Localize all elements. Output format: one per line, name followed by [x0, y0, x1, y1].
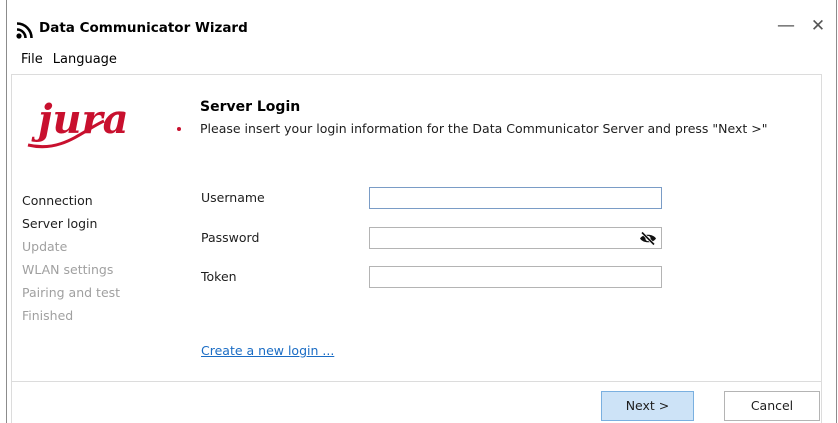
step-connection: Connection: [22, 193, 93, 208]
token-label: Token: [201, 269, 237, 284]
close-button[interactable]: ✕: [808, 16, 828, 36]
username-field[interactable]: [369, 187, 662, 209]
menu-language[interactable]: Language: [53, 52, 117, 67]
wizard-content: jura Server Login Please insert your log…: [11, 74, 822, 381]
eye-slash-icon[interactable]: [639, 231, 657, 246]
step-wlan-settings: WLAN settings: [22, 262, 114, 277]
menu-bar: File Language: [21, 51, 123, 69]
button-bar: Next > Cancel: [11, 381, 822, 423]
step-pairing-and-test: Pairing and test: [22, 285, 121, 300]
window-title: Data Communicator Wizard: [39, 20, 248, 36]
title-bar: Data Communicator Wizard — ✕: [7, 0, 836, 46]
token-field[interactable]: [369, 266, 662, 288]
step-server-login: Server login: [22, 216, 98, 231]
logo-text: jura: [31, 96, 129, 143]
minimize-button[interactable]: —: [776, 16, 796, 36]
next-button[interactable]: Next >: [601, 391, 694, 421]
jura-logo: jura: [27, 96, 181, 149]
step-finished: Finished: [22, 308, 74, 323]
password-field[interactable]: [369, 227, 662, 249]
password-label: Password: [201, 230, 260, 245]
step-update: Update: [22, 239, 68, 254]
wizard-steps: Connection Server login Update WLAN sett…: [22, 189, 120, 327]
menu-file[interactable]: File: [21, 52, 43, 67]
page-title: Server Login: [200, 99, 301, 115]
username-label: Username: [201, 190, 265, 205]
page-description: Please insert your login information for…: [200, 121, 768, 136]
cancel-button[interactable]: Cancel: [724, 391, 820, 421]
signal-icon: [16, 22, 33, 39]
create-login-link[interactable]: Create a new login ...: [201, 343, 334, 358]
